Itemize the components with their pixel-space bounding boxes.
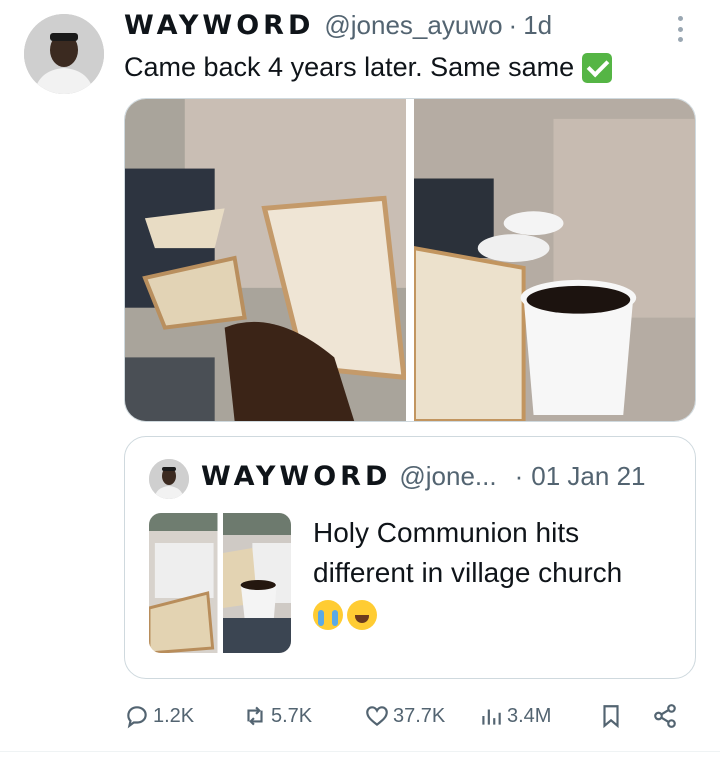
like-count: 37.7K	[393, 704, 446, 727]
separator-dot: ·	[508, 10, 518, 40]
tweet-divider	[0, 751, 720, 752]
quoted-tweet-header: WAYWORD @jone... · 01 Jan 21	[201, 461, 646, 492]
quoted-author-avatar	[149, 459, 189, 499]
views-count: 3.4M	[507, 704, 552, 727]
author-avatar[interactable]	[24, 14, 104, 94]
reply-icon	[127, 706, 147, 729]
author-name[interactable]: WAYWORD	[124, 10, 314, 41]
views-button[interactable]: 3.4M	[478, 703, 551, 729]
tweet-media	[124, 98, 696, 422]
media-photo-bread[interactable]	[125, 99, 407, 421]
heart-icon	[366, 706, 388, 727]
share-icon	[654, 704, 676, 728]
quoted-timestamp: 01 Jan 21	[531, 461, 646, 491]
check-mark-button-emoji	[582, 52, 613, 83]
quoted-author-handle: @jone...	[399, 461, 497, 491]
reply-button[interactable]: 1.2K	[124, 703, 194, 729]
grinning-squinting-face-emoji	[347, 599, 377, 630]
quoted-author-name: WAYWORD	[201, 461, 392, 492]
repost-button[interactable]: 5.7K	[242, 703, 312, 729]
repost-icon	[247, 706, 263, 726]
reply-count: 1.2K	[153, 704, 195, 727]
quoted-tweet-text: Holy Communion hits different in village…	[313, 517, 623, 588]
views-chart-icon	[482, 709, 501, 725]
quoted-separator-dot: ·	[514, 461, 524, 491]
quoted-tweet[interactable]: WAYWORD @jone... · 01 Jan 21 Holy Commun…	[124, 436, 696, 679]
loudly-crying-face-emoji	[313, 599, 343, 630]
bookmark-icon	[603, 705, 619, 729]
repost-count: 5.7K	[271, 704, 313, 727]
tweet-text-row: Came back 4 years later. Same same	[124, 52, 613, 83]
share-button[interactable]	[652, 703, 678, 729]
tweet-timestamp[interactable]: 1d	[523, 10, 552, 41]
quoted-media	[149, 513, 291, 653]
tweet-header: WAYWORD @jones_ayuwo · 1d	[124, 10, 552, 41]
quoted-photo-tea	[222, 513, 291, 653]
quoted-photo-bread	[149, 513, 218, 653]
bookmark-button[interactable]	[598, 703, 624, 729]
more-options-icon[interactable]	[670, 14, 690, 44]
author-handle[interactable]: @jones_ayuwo	[324, 10, 502, 41]
quoted-tweet-text-block: Holy Communion hits different in village…	[313, 513, 683, 633]
tweet-text: Came back 4 years later. Same same	[124, 52, 575, 82]
media-photo-bread-and-tea[interactable]	[412, 99, 695, 421]
like-button[interactable]: 37.7K	[364, 703, 445, 729]
tweet-action-bar: 1.2K 5.7K 37.7K 3.4M	[124, 700, 696, 734]
